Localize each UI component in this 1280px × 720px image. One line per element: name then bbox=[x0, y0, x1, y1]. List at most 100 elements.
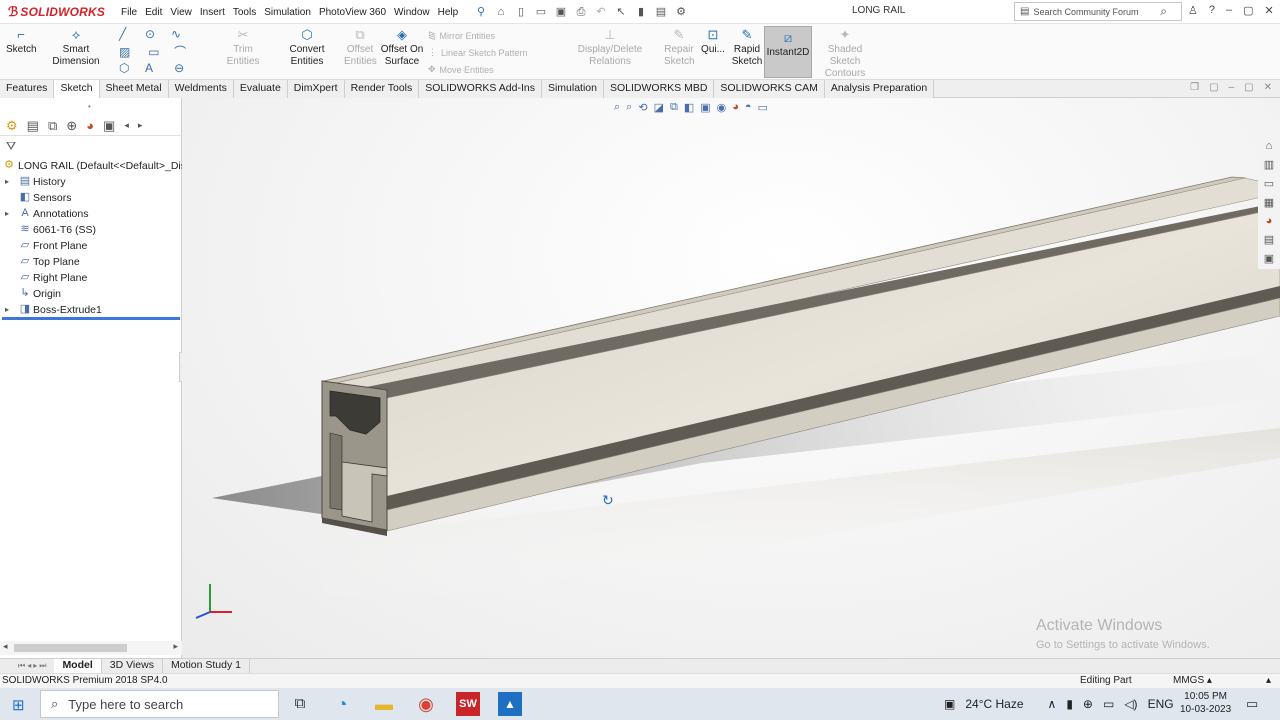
trim-entities-button[interactable]: ✂ Trim Entities bbox=[216, 28, 270, 68]
photos-app-icon[interactable]: ▲ bbox=[498, 692, 522, 716]
configuration-manager-tab-icon[interactable]: ⧉ bbox=[48, 118, 57, 134]
edge-browser-icon[interactable]: ◔ bbox=[330, 692, 354, 716]
battery-icon[interactable]: ▭ bbox=[1103, 697, 1114, 711]
task-view-icon[interactable]: ⧉ bbox=[288, 692, 312, 716]
file-properties-icon[interactable]: ▤ bbox=[654, 5, 668, 19]
tab-motion-study[interactable]: Motion Study 1 bbox=[163, 659, 250, 673]
menu-simulation[interactable]: Simulation bbox=[264, 7, 311, 18]
tab-dimxpert[interactable]: DimXpert bbox=[287, 80, 345, 98]
new-document-icon[interactable]: ▯ bbox=[514, 5, 528, 19]
weather-text[interactable]: 24°C Haze bbox=[965, 697, 1023, 711]
print-icon[interactable]: ⎙ bbox=[574, 5, 588, 19]
close-icon[interactable]: ✕ bbox=[1265, 4, 1274, 17]
solidworks-logo[interactable]: ℬ SOLIDWORKS bbox=[8, 3, 105, 21]
offset-on-surface-button[interactable]: ◈ Offset On Surface bbox=[380, 28, 424, 68]
tree-item-annotations[interactable]: ▸ A Annotations bbox=[0, 206, 182, 222]
tree-item-front-plane[interactable]: ▱ Front Plane bbox=[0, 238, 182, 254]
tree-item-history[interactable]: ▸ ▤ History bbox=[0, 174, 182, 190]
tree-item-top-plane[interactable]: ▱ Top Plane bbox=[0, 254, 182, 270]
text-icon[interactable]: A bbox=[145, 61, 171, 77]
file-explorer-icon[interactable]: ▬ bbox=[372, 692, 396, 716]
shaded-sketch-contours-button[interactable]: ✦ Shaded Sketch Contours bbox=[814, 28, 876, 80]
tab-sketch[interactable]: Sketch bbox=[54, 80, 100, 98]
pin-icon[interactable]: ⚲ bbox=[474, 5, 488, 19]
tree-item-sensors[interactable]: ◧ Sensors bbox=[0, 190, 182, 206]
notification-icon[interactable]: ▭ bbox=[1246, 696, 1258, 712]
cam-manager-tab-icon[interactable]: ▣ bbox=[103, 118, 115, 134]
open-icon[interactable]: ▭ bbox=[534, 5, 548, 19]
forum-icon[interactable]: ▣ bbox=[1264, 252, 1274, 265]
close-doc-icon[interactable]: ✕ bbox=[1264, 82, 1272, 93]
line-icon[interactable]: ╱ bbox=[119, 27, 145, 43]
menu-window[interactable]: Window bbox=[394, 7, 430, 18]
filter-icon[interactable]: ⛛ bbox=[6, 139, 16, 154]
status-bar-toggle-icon[interactable]: ▴ bbox=[1266, 675, 1271, 686]
tab-3d-views[interactable]: 3D Views bbox=[102, 659, 163, 673]
appearances-icon[interactable]: ◕ bbox=[1266, 215, 1273, 227]
first-tab-icon[interactable]: ⏮ bbox=[18, 661, 25, 671]
rapid-sketch-button[interactable]: ✎ Rapid Sketch bbox=[730, 28, 764, 68]
tab-solidworks-mbd[interactable]: SOLIDWORKS MBD bbox=[603, 80, 715, 98]
tab-model[interactable]: Model bbox=[54, 659, 102, 673]
custom-properties-icon[interactable]: ▤ bbox=[1264, 233, 1274, 246]
network-icon[interactable]: ⊕ bbox=[1083, 697, 1093, 711]
microphone-icon[interactable]: ▮ bbox=[1066, 697, 1073, 711]
display-manager-tab-icon[interactable]: ◕ bbox=[86, 118, 94, 133]
prev-tab-icon[interactable]: ◂ bbox=[27, 661, 31, 671]
input-language[interactable]: ENG bbox=[1148, 697, 1174, 711]
rollback-bar[interactable] bbox=[2, 317, 180, 320]
tab-sheet-metal[interactable]: Sheet Metal bbox=[99, 80, 169, 98]
offset-entities-button[interactable]: ⧉ Offset Entities bbox=[344, 28, 377, 68]
quick-snaps-button[interactable]: ⊡ Qui... bbox=[700, 28, 726, 56]
tab-render-tools[interactable]: Render Tools bbox=[344, 80, 420, 98]
rebuild-icon[interactable]: ▮ bbox=[634, 5, 648, 19]
tabs-right-arrow-icon[interactable]: ▸ bbox=[138, 120, 143, 131]
convert-entities-button[interactable]: ⬡ Convert Entities bbox=[274, 28, 340, 68]
user-icon[interactable]: ♙ bbox=[1188, 4, 1198, 17]
taskbar-clock[interactable]: 10:05 PM 10-03-2023 bbox=[1180, 690, 1231, 716]
panel-horizontal-scrollbar[interactable]: ◂ ▸ bbox=[0, 641, 182, 655]
minimize-icon[interactable]: – bbox=[1226, 4, 1232, 17]
menu-help[interactable]: Help bbox=[438, 7, 459, 18]
taskbar-search-input[interactable]: ⌕ Type here to search bbox=[40, 690, 279, 718]
community-search-input[interactable]: ▤ Search Community Forum ⌕ bbox=[1014, 2, 1182, 21]
scroll-left-arrow-icon[interactable]: ◂ bbox=[3, 641, 8, 652]
help-icon[interactable]: ? bbox=[1209, 4, 1215, 17]
tab-features[interactable]: Features bbox=[0, 80, 55, 98]
smart-dimension-button[interactable]: ⟡ Smart Dimension bbox=[40, 28, 112, 68]
repair-sketch-button[interactable]: ✎ Repair Sketch bbox=[664, 28, 695, 68]
design-library-icon[interactable]: ▥ bbox=[1264, 158, 1274, 171]
polygon-icon[interactable]: ⬡ bbox=[119, 61, 145, 77]
dimxpert-manager-tab-icon[interactable]: ⊕ bbox=[66, 118, 77, 134]
menu-photoview[interactable]: PhotoView 360 bbox=[319, 7, 386, 18]
maximize-doc-icon[interactable]: ▢ bbox=[1244, 82, 1253, 93]
rectangle-icon[interactable]: ▭ bbox=[148, 45, 174, 61]
circle-icon[interactable]: ⊙ bbox=[145, 27, 171, 43]
instant2d-toggle[interactable]: ⧄ Instant2D bbox=[764, 26, 812, 78]
file-explorer-icon[interactable]: ▭ bbox=[1264, 177, 1274, 190]
scroll-right-arrow-icon[interactable]: ▸ bbox=[173, 641, 178, 652]
expand-arrow-icon[interactable]: ▸ bbox=[5, 206, 13, 222]
tree-root-part[interactable]: ⚙ LONG RAIL (Default<<Default>_Dis bbox=[0, 158, 182, 174]
panel-grip-icon[interactable]: • bbox=[88, 102, 91, 111]
menu-view[interactable]: View bbox=[170, 7, 192, 18]
weather-icon[interactable]: ▣ bbox=[944, 697, 955, 711]
volume-icon[interactable]: ◁) bbox=[1124, 697, 1137, 711]
rail-model-3d[interactable] bbox=[182, 98, 1280, 658]
tab-evaluate[interactable]: Evaluate bbox=[233, 80, 288, 98]
tab-weldments[interactable]: Weldments bbox=[168, 80, 234, 98]
display-delete-relations-button[interactable]: ⊥ Display/Delete Relations bbox=[560, 28, 660, 68]
home-icon[interactable]: ⌂ bbox=[494, 5, 508, 19]
graphics-area[interactable]: ⌕ ⌕ ⟲ ◪ ⧉ ◧ ▣ ◉ ◕ ◓ ▭ ↻ ⌂ ▥ ▭ ▦ ◕ ▤ ▣ Ac… bbox=[182, 98, 1280, 658]
last-tab-icon[interactable]: ⏭ bbox=[39, 661, 46, 671]
solidworks-app-icon[interactable]: SW bbox=[456, 692, 480, 716]
move-entities-button[interactable]: ✥ Move Entities bbox=[428, 64, 494, 75]
maximize-icon[interactable]: ▢ bbox=[1243, 4, 1253, 17]
slot-icon[interactable]: ⊖ bbox=[174, 61, 200, 77]
sketch-fillet-icon[interactable]: ▨ bbox=[119, 45, 145, 61]
menu-tools[interactable]: Tools bbox=[233, 7, 256, 18]
tree-item-origin[interactable]: ↳ Origin bbox=[0, 286, 182, 302]
select-icon[interactable]: ↖ bbox=[614, 5, 628, 19]
view-palette-icon[interactable]: ▦ bbox=[1264, 196, 1274, 209]
spline-icon[interactable]: ∿ bbox=[171, 27, 197, 43]
